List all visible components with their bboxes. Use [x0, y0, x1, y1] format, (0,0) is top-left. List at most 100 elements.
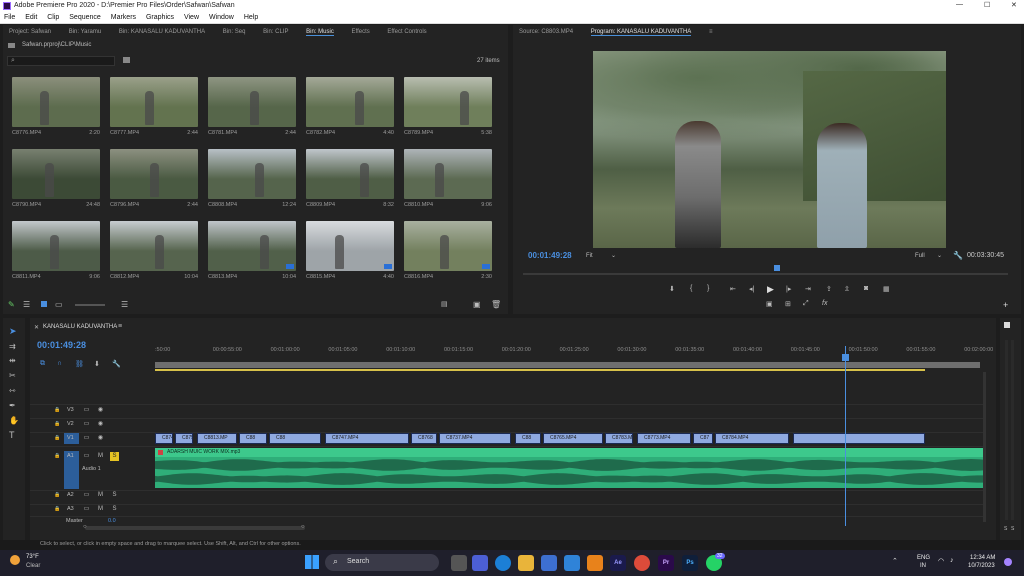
weather-temp[interactable]: 73°F [26, 554, 39, 560]
selection-tool-icon[interactable]: ➤ [9, 326, 17, 337]
mute-button[interactable]: M [96, 491, 105, 500]
timeline-playhead[interactable] [845, 346, 846, 526]
menu-markers[interactable]: Markers [111, 12, 136, 24]
notification-icon[interactable] [1004, 558, 1012, 566]
panel-menu-icon[interactable]: ≡ [709, 29, 713, 35]
eye-icon[interactable]: ◉ [96, 406, 105, 415]
list-view-icon[interactable]: ☰ [23, 300, 30, 309]
tray-chevron-icon[interactable]: ⌃ [892, 557, 898, 565]
fit-dropdown[interactable]: Fit [586, 253, 593, 259]
step-back-icon[interactable]: ◂| [749, 285, 754, 293]
audio-clip[interactable]: ADARSH MUIC WORK MIX.mp3 [155, 448, 983, 488]
tab-bin-music[interactable]: Bin: Music [306, 29, 334, 36]
menu-window[interactable]: Window [209, 12, 234, 24]
clip-thumbnail[interactable] [306, 149, 394, 199]
solo-button[interactable]: S [110, 491, 119, 500]
comparison-view-icon[interactable]: ▦ [883, 285, 890, 293]
close-button[interactable]: ✕ [1011, 1, 1017, 9]
mark-in-icon[interactable]: { [690, 285, 692, 292]
timeline-marker-icon[interactable]: ⬇ [94, 360, 100, 368]
lock-icon[interactable]: 🔒 [53, 406, 62, 415]
tab-source[interactable]: Source: C8803.MP4 [519, 29, 573, 35]
video-clip[interactable]: C8813.MP [197, 433, 237, 444]
premiere-taskbar-icon[interactable]: Pr [658, 555, 674, 571]
meter-solo-right[interactable]: S [1011, 526, 1014, 532]
new-bin-icon[interactable] [123, 57, 130, 63]
fit-chevron-icon[interactable]: ⌄ [611, 252, 616, 259]
clip-thumbnail[interactable] [110, 149, 198, 199]
film-icon[interactable]: ▭ [82, 434, 91, 443]
lock-icon[interactable]: 🔒 [53, 491, 62, 500]
clip-thumbnail[interactable] [208, 221, 296, 271]
lock-icon[interactable]: 🔒 [53, 434, 62, 443]
zoom-handle-left[interactable]: ○ [83, 524, 87, 530]
tab-bin-yaramu[interactable]: Bin: Yaramu [69, 29, 101, 35]
vr-icon[interactable]: ⤢ [803, 300, 809, 308]
clip-thumbnail[interactable] [404, 77, 492, 127]
meet-icon[interactable] [472, 555, 488, 571]
zoom-slider[interactable] [75, 304, 105, 306]
fx-bypass-icon[interactable]: fx [822, 300, 827, 307]
pencil-icon[interactable]: ✎ [8, 300, 15, 309]
clip-thumbnail[interactable] [404, 149, 492, 199]
lang-2[interactable]: IN [920, 563, 926, 569]
automate-icon[interactable]: ▤ [441, 300, 448, 308]
clip-thumbnail[interactable] [12, 149, 100, 199]
file-explorer-icon[interactable] [451, 555, 467, 571]
chrome-icon[interactable] [634, 555, 650, 571]
clip-thumbnail[interactable] [306, 77, 394, 127]
step-forward-icon[interactable]: |▸ [786, 285, 791, 293]
mail-icon[interactable] [564, 555, 580, 571]
tab-program[interactable]: Program: KANASALU KADUVANTHA [590, 29, 692, 36]
after-effects-icon[interactable]: Ae [610, 555, 626, 571]
pen-tool-icon[interactable]: ✒ [9, 401, 16, 410]
video-clip[interactable]: C8747.MP4 [325, 433, 409, 444]
menu-edit[interactable]: Edit [25, 12, 37, 24]
menu-sequence[interactable]: Sequence [69, 12, 101, 24]
folder-icon[interactable] [518, 555, 534, 571]
tab-bin-kanasalu[interactable]: Bin: KANASALU KADUVANTHA [119, 29, 205, 35]
store-icon[interactable] [541, 555, 557, 571]
clip-thumbnail[interactable] [404, 221, 492, 271]
slip-tool-icon[interactable]: ⇿ [9, 386, 16, 395]
video-clip[interactable]: C8765.MP4 [543, 433, 603, 444]
mark-out-icon[interactable]: } [707, 285, 709, 292]
nest-icon[interactable]: ⧉ [40, 360, 45, 368]
icon-view-icon[interactable] [41, 301, 47, 307]
linked-selection-icon[interactable]: ⛓ [75, 360, 84, 368]
video-clip[interactable]: C8737.MP4 [439, 433, 511, 444]
freeform-view-icon[interactable]: ▭ [55, 300, 63, 309]
mute-button[interactable]: M [96, 505, 105, 514]
bin-search-input[interactable]: ⌕ [7, 56, 115, 66]
video-clip[interactable]: C87 [693, 433, 713, 444]
maximize-button[interactable]: ☐ [984, 1, 990, 9]
volume-icon[interactable]: ♪ [950, 557, 954, 564]
menu-clip[interactable]: Clip [47, 12, 59, 24]
taskbar-search-box[interactable]: ⌕ Search [325, 554, 439, 571]
monitor-scrubber[interactable] [523, 273, 1008, 275]
clip-thumbnail[interactable] [110, 221, 198, 271]
eye-icon[interactable]: ◉ [96, 434, 105, 443]
work-area-bar[interactable] [155, 362, 980, 368]
sequence-tab[interactable]: KANASALU KADUVANTHA [43, 324, 117, 330]
video-clip-tail[interactable] [793, 433, 925, 444]
film-icon[interactable]: ▭ [82, 452, 91, 461]
lock-icon[interactable]: 🔒 [53, 452, 62, 461]
add-button-icon[interactable]: + [1003, 300, 1008, 310]
tab-effect-controls[interactable]: Effect Controls [387, 29, 426, 35]
extract-icon[interactable]: ⇫ [844, 285, 850, 293]
menu-graphics[interactable]: Graphics [146, 12, 174, 24]
clip-thumbnail[interactable] [306, 221, 394, 271]
time-ruler[interactable]: :50:00 00:00:55:00 00:01:00:00 00:01:05:00 0… [155, 347, 993, 359]
meter-solo-left[interactable]: S [1004, 526, 1007, 532]
quality-dropdown[interactable]: Full [915, 253, 925, 259]
clip-thumbnail[interactable] [12, 77, 100, 127]
go-to-in-icon[interactable]: ⇤ [730, 285, 736, 293]
timeline-timecode[interactable]: 00:01:49:28 [37, 340, 86, 350]
edge-icon[interactable] [495, 555, 511, 571]
playhead-marker[interactable] [774, 265, 780, 271]
tab-bin-clip[interactable]: Bin: CLIP [263, 29, 288, 35]
track-select-tool-icon[interactable]: ⇉ [9, 342, 16, 351]
video-clip[interactable]: C8784.MP4 [715, 433, 789, 444]
wrench-icon[interactable]: 🔧 [953, 251, 963, 260]
